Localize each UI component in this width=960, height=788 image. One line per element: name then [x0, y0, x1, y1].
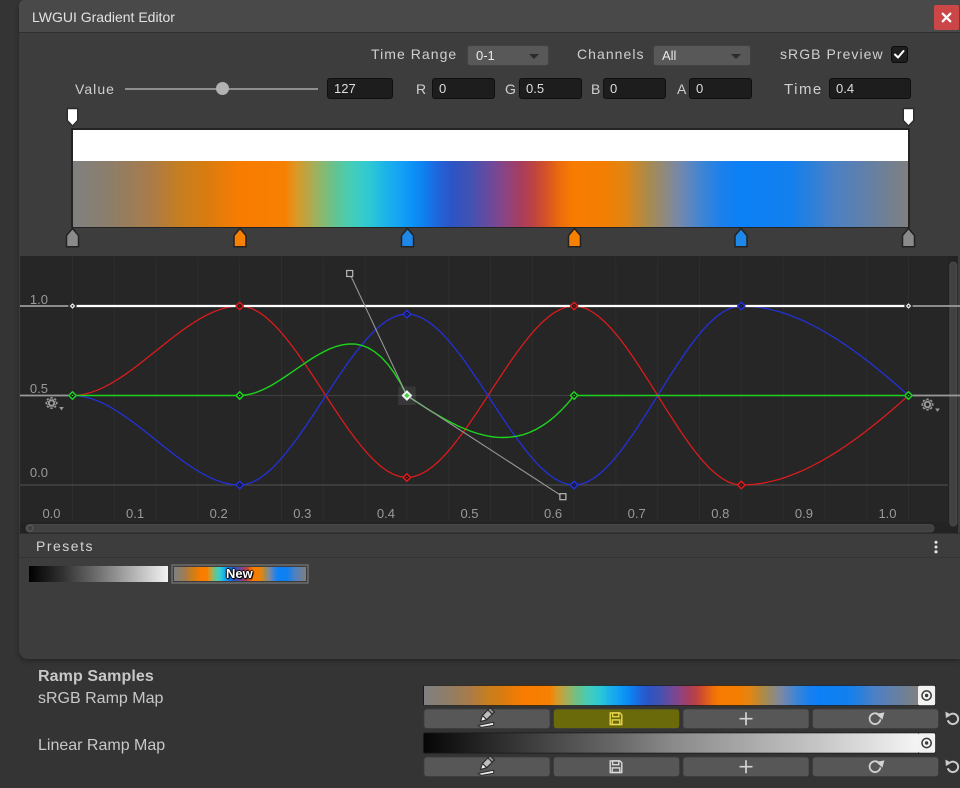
svg-text:0.9: 0.9: [795, 506, 813, 521]
svg-text:0.2: 0.2: [210, 506, 228, 521]
svg-text:0.3: 0.3: [293, 506, 311, 521]
svg-text:1.0: 1.0: [878, 506, 896, 521]
svg-text:0.5: 0.5: [30, 381, 48, 396]
svg-text:0.0: 0.0: [42, 506, 60, 521]
svg-text:0.1: 0.1: [126, 506, 144, 521]
svg-text:0.8: 0.8: [711, 506, 729, 521]
svg-text:0.7: 0.7: [628, 506, 646, 521]
svg-text:1.0: 1.0: [30, 292, 48, 307]
svg-text:0.0: 0.0: [30, 465, 48, 480]
svg-text:0.6: 0.6: [544, 506, 562, 521]
svg-text:0.4: 0.4: [377, 506, 395, 521]
svg-text:0.5: 0.5: [460, 506, 478, 521]
